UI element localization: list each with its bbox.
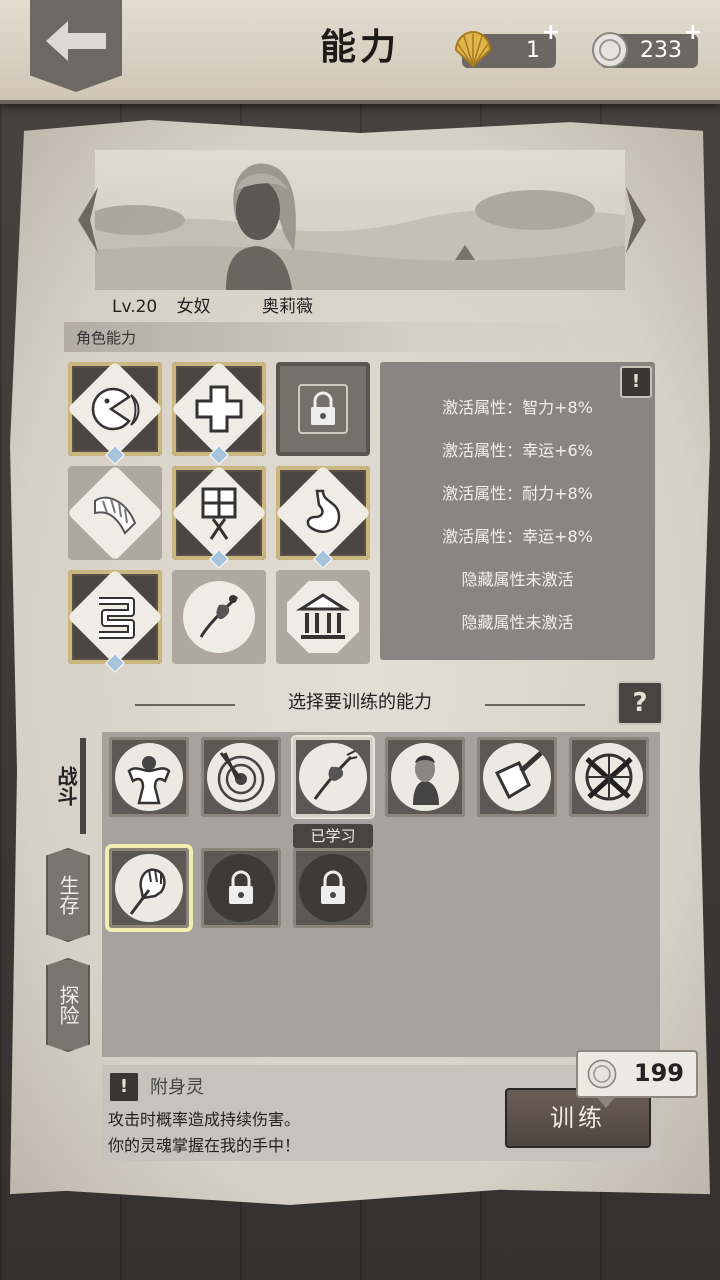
ability-slot-5[interactable] [170, 464, 268, 569]
skill-name: 附身灵 [150, 1077, 204, 1098]
coin-icon [592, 32, 628, 68]
coin-icon [587, 1059, 617, 1089]
ability-slot-1[interactable] [66, 360, 164, 465]
tab-explore-label: 探险 [56, 985, 80, 1025]
attribute-row: 激活属性：幸运+6% [442, 441, 593, 460]
description-info-icon: ! [108, 1071, 140, 1103]
temple-icon [295, 593, 351, 639]
tab-combat-label: 战斗 [54, 766, 78, 806]
learned-badge: 已学习 [293, 824, 373, 848]
bandaged-arm-icon [94, 496, 137, 535]
shell-icon [454, 30, 492, 68]
attribute-row: 激活属性：耐力+8% [442, 484, 593, 503]
ability-slot-4[interactable] [66, 464, 164, 562]
abilities-section-title: 角色能力 [76, 329, 137, 347]
intestine-icon [99, 597, 135, 639]
strongman-icon [127, 756, 171, 805]
next-character-arrow[interactable] [624, 185, 648, 255]
attribute-row: 隐藏属性未激活 [461, 613, 574, 632]
lock-icon [321, 870, 345, 904]
warrior-portrait-icon [413, 755, 439, 805]
window-figure-icon [201, 487, 237, 540]
ability-slot-8[interactable] [172, 570, 266, 664]
cleaver-icon [494, 751, 543, 800]
help-button[interactable]: ? [617, 681, 663, 725]
skill-slot[interactable] [109, 737, 189, 817]
training-title: 选择要训练的能力 [288, 692, 432, 713]
skill-description-line: 你的灵魂掌握在我的手中！ [108, 1136, 301, 1155]
lock-icon [298, 384, 348, 434]
shell-count: 1 [526, 38, 540, 63]
ability-slot-9[interactable] [276, 570, 370, 664]
character-portrait [226, 163, 296, 290]
add-shell-icon[interactable]: + [542, 20, 560, 45]
character-role: 女奴 [176, 297, 211, 317]
skill-slot-learned[interactable] [293, 737, 373, 817]
abilities-section-header: 角色能力 [64, 322, 644, 352]
character-level: Lv.20 [112, 297, 158, 317]
skill-slot[interactable] [477, 737, 557, 817]
skill-slot-locked[interactable] [293, 848, 373, 928]
character-info: Lv.20 女奴 [112, 292, 225, 317]
ability-slot-3[interactable] [276, 362, 370, 456]
pacman-moon-icon [91, 387, 140, 431]
ability-slot-2[interactable] [170, 360, 268, 465]
skill-slot-locked[interactable] [201, 848, 281, 928]
lock-icon [229, 870, 253, 904]
attribute-row: 隐藏属性未激活 [461, 570, 574, 589]
top-bar: 能力 1 + 233 + [0, 0, 720, 104]
tab-survival-label: 生存 [56, 875, 80, 915]
ability-slot-7[interactable] [66, 568, 164, 673]
hand-needle-icon [129, 868, 166, 915]
landscape-scene [85, 150, 625, 290]
attribute-row: 激活属性：智力+8% [442, 398, 593, 417]
tab-combat[interactable]: 战斗 [46, 740, 86, 832]
training-cost-value: 199 [633, 1059, 684, 1087]
crossed-rifles-icon [585, 753, 633, 801]
skill-slot[interactable] [569, 737, 649, 817]
coin-currency[interactable]: 233 + [592, 20, 702, 68]
attributes-panel: ! 激活属性：智力+8% 激活属性：幸运+6% 激活属性：耐力+8% 激活属性：… [380, 362, 655, 660]
back-arrow-icon [46, 21, 106, 61]
prev-character-arrow[interactable] [76, 185, 100, 255]
ability-slot-6[interactable] [274, 464, 372, 569]
character-name: 奥莉薇 [262, 297, 313, 317]
coin-count: 233 [640, 38, 682, 63]
skill-description-line: 攻击时概率造成持续伤害。 [108, 1110, 301, 1129]
attribute-row: 激活属性：幸运+8% [442, 527, 593, 546]
voodoo-doll-icon [313, 750, 358, 800]
skill-slot-selected[interactable] [109, 848, 189, 928]
skill-slot[interactable] [385, 737, 465, 817]
stomach-icon [306, 489, 341, 533]
shell-currency[interactable]: 1 + [454, 20, 560, 68]
tab-explore[interactable]: 探险 [46, 958, 90, 1052]
add-coin-icon[interactable]: + [684, 20, 702, 45]
cross-icon [195, 385, 243, 433]
back-button[interactable] [30, 0, 122, 92]
voodoo-needle-icon [199, 595, 239, 638]
tab-survival[interactable]: 生存 [46, 848, 90, 942]
skill-slot[interactable] [201, 737, 281, 817]
target-arrow-icon [217, 752, 265, 803]
training-cost: 199 [576, 1050, 698, 1108]
page-title: 能力 [319, 27, 400, 68]
